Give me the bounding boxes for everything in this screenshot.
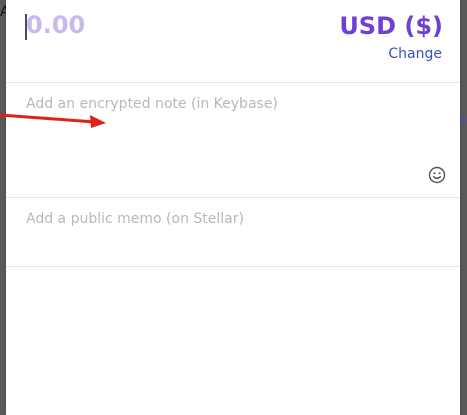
background-link-fragment[interactable]: a <box>459 112 467 127</box>
change-currency-link[interactable]: Change <box>388 46 442 62</box>
encrypted-note-field[interactable]: Add an encrypted note (in Keybase) <box>6 83 460 198</box>
currency-label: USD ($) <box>339 12 443 40</box>
send-form-panel: 0.00 USD ($) Change Add an encrypted not… <box>6 0 460 415</box>
public-memo-field[interactable]: Add a public memo (on Stellar) <box>6 198 460 267</box>
memo-placeholder: Add a public memo (on Stellar) <box>26 211 244 227</box>
amount-section: 0.00 USD ($) Change <box>6 0 460 83</box>
smiley-icon[interactable] <box>428 166 446 184</box>
note-placeholder: Add an encrypted note (in Keybase) <box>26 96 278 112</box>
amount-input[interactable]: 0.00 <box>26 11 85 39</box>
